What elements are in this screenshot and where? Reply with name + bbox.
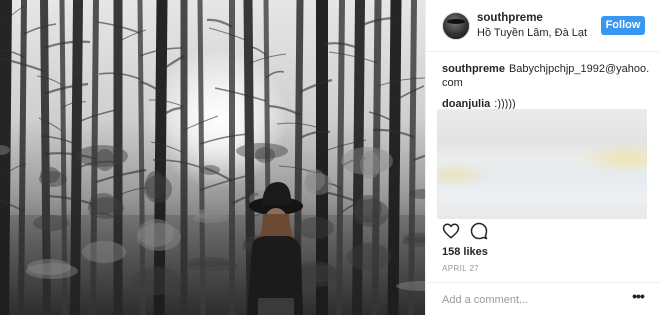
foliage-clump [89, 193, 117, 215]
comment-username[interactable]: southpreme [442, 63, 505, 75]
avatar[interactable] [442, 12, 470, 40]
comment-item: southpreme Babychjpchjp_1992@yahoo.com [442, 62, 652, 90]
follow-button[interactable]: Follow [601, 16, 645, 35]
add-comment-input[interactable] [442, 292, 612, 308]
foliage-clump [187, 257, 231, 267]
foliage-clump [305, 169, 325, 191]
foliage-clump [40, 167, 60, 183]
forest-photo-art [0, 0, 425, 315]
post-username[interactable]: southpreme [477, 12, 543, 24]
heart-icon[interactable] [442, 222, 460, 240]
post-photo[interactable] [0, 0, 425, 315]
tree-branch [208, 27, 249, 42]
foliage-clump [341, 147, 393, 175]
tree-branch [413, 154, 425, 162]
post-location[interactable]: Hồ Tuyền Lâm, Đà Lạt [477, 27, 587, 39]
blurred-comments-region [437, 109, 647, 219]
tree-branch [23, 23, 57, 35]
foliage-clump [347, 243, 391, 271]
post-date[interactable]: APRIL 27 [442, 264, 479, 273]
add-comment-bar: ••• [426, 282, 660, 315]
foliage-clump [82, 241, 126, 263]
more-options-icon[interactable]: ••• [630, 289, 646, 307]
tree-branch [328, 51, 379, 64]
foliage-clump [76, 145, 128, 167]
foliage-clump [194, 209, 222, 219]
tree-branch [377, 77, 425, 87]
post-sidebar: southpreme Hồ Tuyền Lâm, Đà Lạt Follow s… [425, 0, 660, 315]
comment-icon[interactable] [470, 222, 488, 240]
foliage-clump [354, 195, 382, 223]
tree-branch [206, 18, 233, 28]
foliage-clump [200, 165, 220, 175]
likes-count[interactable]: 158 likes [442, 246, 488, 258]
foliage-clump [33, 215, 69, 231]
foliage-clump [27, 259, 71, 275]
tree-branch [43, 40, 91, 50]
post-header: southpreme Hồ Tuyền Lâm, Đà Lạt Follow [426, 0, 660, 52]
foliage-clump [236, 143, 288, 159]
person-figure [247, 182, 303, 315]
action-bar [442, 222, 502, 242]
foliage-clump [145, 171, 165, 199]
foliage-clump [298, 217, 334, 239]
foliage-clump [131, 267, 183, 295]
foliage-clump [138, 219, 174, 247]
